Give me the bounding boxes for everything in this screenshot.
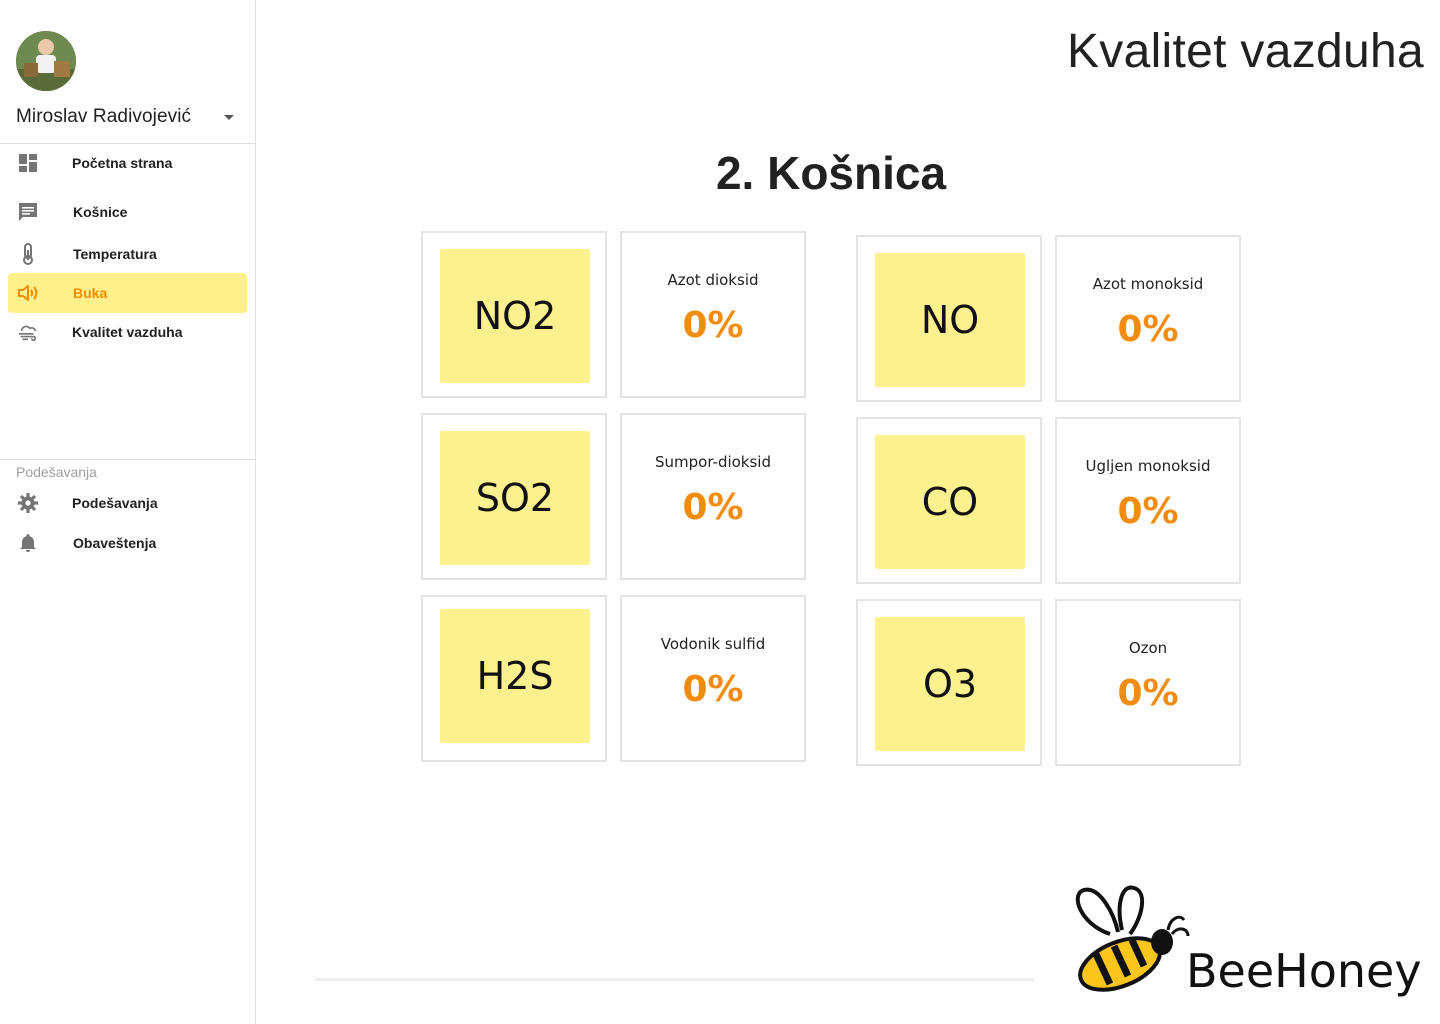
chevron-down-icon[interactable]	[224, 114, 234, 120]
sidebar-item-label: Kvalitet vazduha	[72, 324, 183, 340]
user-menu[interactable]: Miroslav Radivojević	[16, 104, 240, 130]
sidebar-item-obavestenja[interactable]: Obaveštenja	[8, 523, 247, 563]
gas-name: Ugljen monoksid	[1085, 457, 1211, 475]
gas-name: Ozon	[1128, 639, 1168, 657]
gas-code: NO2	[440, 249, 590, 383]
page-title: Kvalitet vazduha	[1066, 25, 1424, 78]
gas-name: Azot dioksid	[667, 271, 759, 289]
thermometer-icon	[17, 243, 39, 265]
sidebar-item-label: Obaveštenja	[73, 535, 157, 551]
gas-code: CO	[875, 435, 1025, 569]
sidebar-item-label: Početna strana	[72, 155, 173, 171]
gas-code-card: O3	[856, 599, 1042, 766]
message-icon	[17, 201, 39, 223]
gear-icon	[17, 492, 39, 514]
gas-value: 0%	[682, 487, 744, 528]
gas-code-card: CO	[856, 417, 1042, 584]
sidebar-item-label: Temperatura	[73, 246, 157, 262]
gas-value: 0%	[682, 669, 744, 710]
sidebar-item-pocetna[interactable]: Početna strana	[8, 143, 247, 183]
sidebar-item-buka[interactable]: Buka	[8, 273, 247, 313]
section-label: Podešavanja	[16, 464, 97, 480]
gas-value: 0%	[1117, 673, 1179, 714]
gas-code: O3	[875, 617, 1025, 751]
gas-code: SO2	[440, 431, 590, 565]
sidebar-item-label: Košnice	[73, 204, 128, 220]
gas-code-card: SO2	[421, 413, 607, 580]
gas-value-card: Vodonik sulfid 0%	[620, 595, 806, 762]
sidebar-item-temperatura[interactable]: Temperatura	[8, 234, 247, 274]
gas-value-card: Azot dioksid 0%	[620, 231, 806, 398]
gas-name: Azot monoksid	[1092, 275, 1204, 293]
sidebar-item-label: Podešavanja	[72, 495, 158, 511]
speaker-icon	[17, 282, 39, 304]
sidebar-item-kvalitet-vazduha[interactable]: Kvalitet vazduha	[8, 312, 247, 352]
sidebar-item-podesavanja[interactable]: Podešavanja	[8, 483, 247, 523]
dashboard-icon	[17, 152, 39, 174]
gas-code-card: NO2	[421, 231, 607, 398]
sidebar-item-kosnice[interactable]: Košnice	[8, 192, 247, 232]
gas-value: 0%	[682, 305, 744, 346]
gas-code-card: NO	[856, 235, 1042, 402]
avatar[interactable]	[16, 31, 76, 91]
cloud-wind-icon	[17, 321, 39, 343]
sidebar: Miroslav Radivojević Početna strana Košn…	[0, 0, 256, 1024]
sidebar-item-label: Buka	[73, 285, 108, 301]
gas-value-card: Ozon 0%	[1055, 599, 1241, 766]
gas-name: Vodonik sulfid	[660, 635, 766, 653]
gas-value-card: Azot monoksid 0%	[1055, 235, 1241, 402]
gas-code: H2S	[440, 609, 590, 743]
divider	[0, 459, 255, 460]
gas-value: 0%	[1117, 491, 1179, 532]
gas-value: 0%	[1117, 309, 1179, 350]
user-name: Miroslav Radivojević	[16, 106, 192, 127]
bell-icon	[17, 532, 39, 554]
gas-code-card: H2S	[421, 595, 607, 762]
bee-logo-icon	[1075, 885, 1190, 992]
gas-name: Sumpor-dioksid	[654, 453, 771, 471]
gas-value-card: Ugljen monoksid 0%	[1055, 417, 1241, 584]
gas-value-card: Sumpor-dioksid 0%	[620, 413, 806, 580]
hive-title: 2. Košnica	[715, 147, 947, 199]
brand-name: BeeHoney	[1186, 944, 1422, 998]
footer-divider	[315, 978, 1035, 981]
gas-code: NO	[875, 253, 1025, 387]
